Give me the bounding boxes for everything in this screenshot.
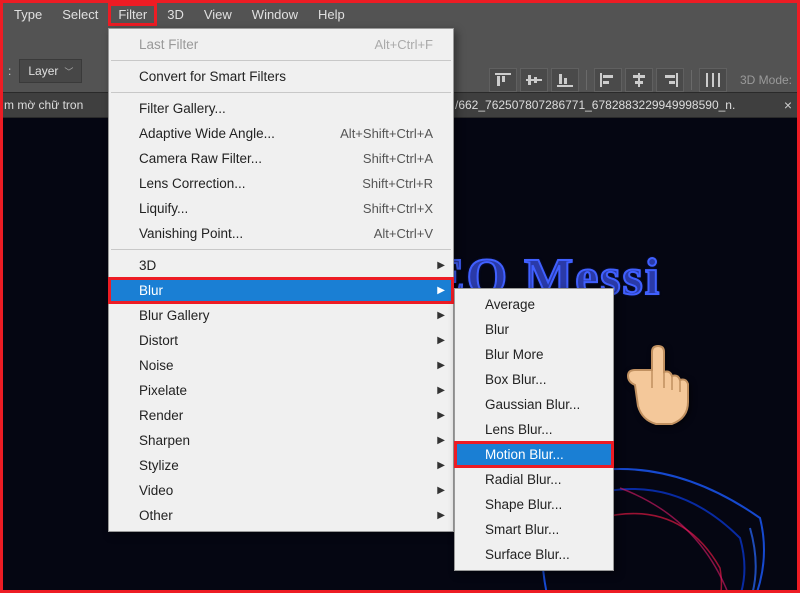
submenu-arrow-icon: ▶ <box>437 385 445 396</box>
menu-item-blur-submenu[interactable]: Blur▶ <box>109 278 453 303</box>
pointing-hand-icon <box>620 340 700 430</box>
separator <box>586 70 587 90</box>
menu-item-stylize-submenu[interactable]: Stylize▶ <box>109 453 453 478</box>
submenu-arrow-icon: ▶ <box>437 285 445 296</box>
submenu-arrow-icon: ▶ <box>437 435 445 446</box>
menu-type[interactable]: Type <box>4 3 52 26</box>
menu-view[interactable]: View <box>194 3 242 26</box>
menu-item-distort-submenu[interactable]: Distort▶ <box>109 328 453 353</box>
menu-separator <box>111 60 451 61</box>
submenu-item-lens-blur[interactable]: Lens Blur... <box>455 417 613 442</box>
menu-help[interactable]: Help <box>308 3 355 26</box>
menu-item-lens-correction[interactable]: Lens Correction...Shift+Ctrl+R <box>109 171 453 196</box>
align-bottom-button[interactable] <box>551 68 579 92</box>
menu-select[interactable]: Select <box>52 3 108 26</box>
menu-separator <box>111 249 451 250</box>
menu-separator <box>111 92 451 93</box>
submenu-arrow-icon: ▶ <box>437 510 445 521</box>
menu-item-convert-smart[interactable]: Convert for Smart Filters <box>109 64 453 89</box>
submenu-arrow-icon: ▶ <box>437 335 445 346</box>
menu-item-3d-submenu[interactable]: 3D▶ <box>109 253 453 278</box>
submenu-item-smart-blur[interactable]: Smart Blur... <box>455 517 613 542</box>
submenu-item-motion-blur[interactable]: Motion Blur... <box>455 442 613 467</box>
menu-item-vanishing-point[interactable]: Vanishing Point...Alt+Ctrl+V <box>109 221 453 246</box>
close-tab-icon[interactable]: × <box>784 97 792 113</box>
separator <box>691 70 692 90</box>
menu-3d[interactable]: 3D <box>157 3 194 26</box>
menu-filter[interactable]: Filter <box>108 3 157 26</box>
submenu-item-shape-blur[interactable]: Shape Blur... <box>455 492 613 517</box>
menu-item-liquify[interactable]: Liquify...Shift+Ctrl+X <box>109 196 453 221</box>
layer-dropdown[interactable]: Layer ﹀ <box>19 59 82 83</box>
filter-dropdown-menu: Last Filter Alt+Ctrl+F Convert for Smart… <box>108 28 454 532</box>
menu-item-sharpen-submenu[interactable]: Sharpen▶ <box>109 428 453 453</box>
submenu-item-box-blur[interactable]: Box Blur... <box>455 367 613 392</box>
menu-item-noise-submenu[interactable]: Noise▶ <box>109 353 453 378</box>
align-button-group: 3D Mode: <box>489 68 792 92</box>
submenu-arrow-icon: ▶ <box>437 260 445 271</box>
app-menubar: Type Select Filter 3D View Window Help <box>0 0 800 28</box>
distribute-button[interactable] <box>699 68 727 92</box>
menu-item-other-submenu[interactable]: Other▶ <box>109 503 453 528</box>
align-left-button[interactable] <box>594 68 622 92</box>
chevron-down-icon: ﹀ <box>64 65 73 78</box>
menu-item-blur-gallery-submenu[interactable]: Blur Gallery▶ <box>109 303 453 328</box>
doctab-text-right: /662_762507807286771_6782883229949998590… <box>455 98 735 112</box>
menu-item-last-filter: Last Filter Alt+Ctrl+F <box>109 32 453 57</box>
submenu-item-blur[interactable]: Blur <box>455 317 613 342</box>
blur-submenu: Average Blur Blur More Box Blur... Gauss… <box>454 288 614 571</box>
menu-window[interactable]: Window <box>242 3 308 26</box>
submenu-item-radial-blur[interactable]: Radial Blur... <box>455 467 613 492</box>
submenu-item-gaussian-blur[interactable]: Gaussian Blur... <box>455 392 613 417</box>
doctab-text-left: m mờ chữ tron <box>4 98 83 112</box>
align-right-button[interactable] <box>656 68 684 92</box>
menu-item-adaptive-wide[interactable]: Adaptive Wide Angle...Alt+Shift+Ctrl+A <box>109 121 453 146</box>
submenu-arrow-icon: ▶ <box>437 310 445 321</box>
submenu-arrow-icon: ▶ <box>437 460 445 471</box>
3d-mode-label: 3D Mode: <box>740 73 792 87</box>
menu-item-pixelate-submenu[interactable]: Pixelate▶ <box>109 378 453 403</box>
submenu-arrow-icon: ▶ <box>437 410 445 421</box>
menu-item-filter-gallery[interactable]: Filter Gallery... <box>109 96 453 121</box>
align-hcenter-button[interactable] <box>625 68 653 92</box>
submenu-arrow-icon: ▶ <box>437 485 445 496</box>
align-vcenter-button[interactable] <box>520 68 548 92</box>
submenu-item-average[interactable]: Average <box>455 292 613 317</box>
menu-item-camera-raw[interactable]: Camera Raw Filter...Shift+Ctrl+A <box>109 146 453 171</box>
menu-item-video-submenu[interactable]: Video▶ <box>109 478 453 503</box>
submenu-arrow-icon: ▶ <box>437 360 445 371</box>
menu-item-render-submenu[interactable]: Render▶ <box>109 403 453 428</box>
submenu-item-blur-more[interactable]: Blur More <box>455 342 613 367</box>
align-top-button[interactable] <box>489 68 517 92</box>
submenu-item-surface-blur[interactable]: Surface Blur... <box>455 542 613 567</box>
layer-dropdown-label: Layer <box>28 64 58 78</box>
